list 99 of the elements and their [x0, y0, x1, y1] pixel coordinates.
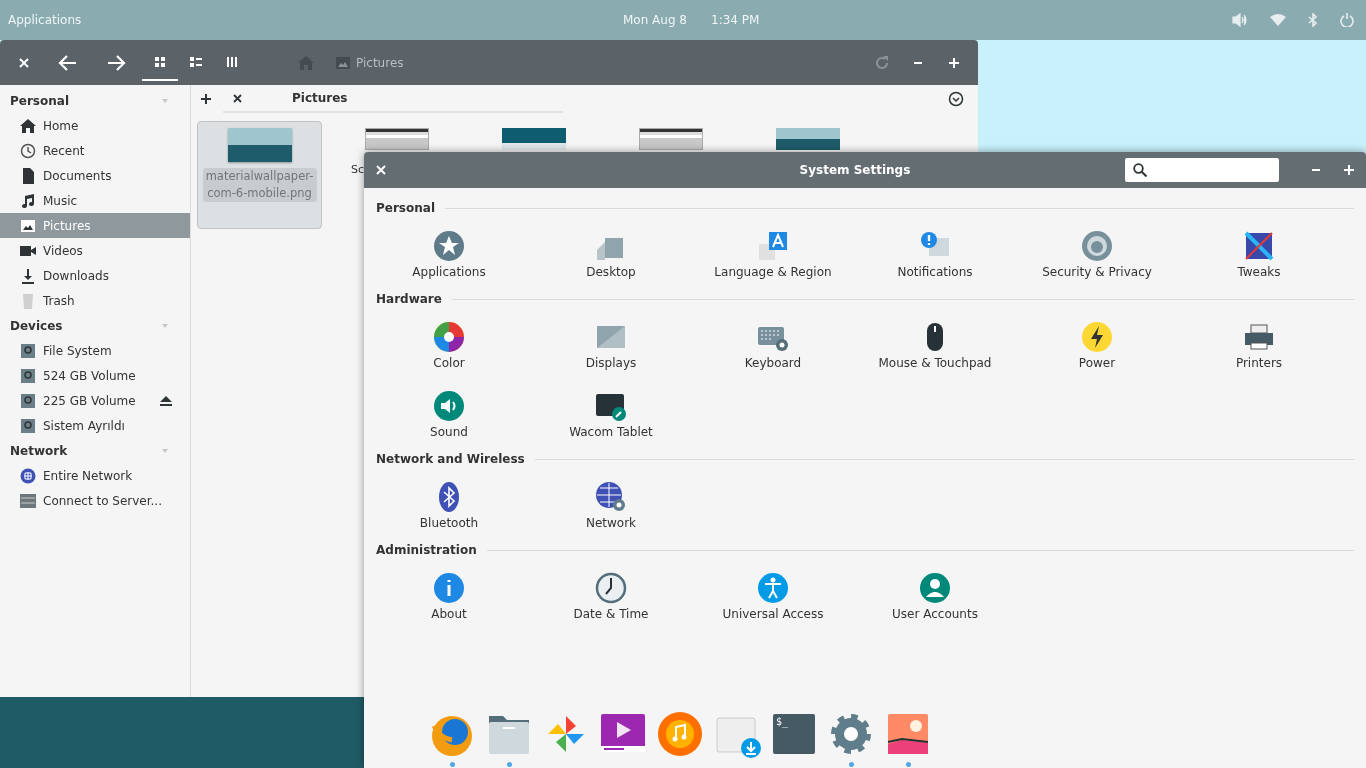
language-icon	[757, 230, 789, 262]
section-heading: Hardware	[376, 292, 442, 306]
file-name: materialwallpaper-com-6-mobile.png	[202, 168, 317, 202]
eject-icon[interactable]	[160, 395, 172, 406]
sidebar-heading: Personal	[10, 93, 69, 108]
settings-item[interactable]: Applications	[368, 220, 530, 289]
sidebar-item[interactable]: Music	[0, 188, 190, 213]
user-icon	[919, 572, 951, 604]
settings-item[interactable]: Date & Time	[530, 562, 692, 631]
color-wheel-icon	[433, 321, 465, 353]
sidebar-item[interactable]: Recent	[0, 138, 190, 163]
settings-item[interactable]: Language & Region	[692, 220, 854, 289]
drive-icon	[20, 392, 36, 409]
lock-circle-icon	[1081, 230, 1113, 262]
sidebar-item[interactable]: File System	[0, 338, 190, 363]
globe-icon	[20, 467, 36, 484]
date-text: Mon Aug 8	[623, 13, 687, 27]
download-icon	[20, 267, 36, 284]
picture-icon	[336, 56, 350, 69]
settings-item[interactable]: Power	[1016, 311, 1178, 380]
server-icon	[20, 492, 36, 509]
reload-icon	[874, 54, 890, 71]
section-heading: Personal	[376, 201, 435, 215]
music-note-icon	[20, 192, 36, 209]
settings-item[interactable]: User Accounts	[854, 562, 1016, 631]
sidebar-heading: Devices	[10, 318, 63, 333]
columns-icon	[226, 55, 238, 68]
settings-item[interactable]: Printers	[1178, 311, 1340, 380]
sidebar-item[interactable]: 225 GB Volume	[0, 388, 190, 413]
settings-item[interactable]: Tweaks	[1178, 220, 1340, 289]
settings-item[interactable]: Wacom Tablet	[530, 380, 692, 449]
settings-item[interactable]: Color	[368, 311, 530, 380]
sidebar-item[interactable]: Entire Network	[0, 463, 190, 488]
drive-icon	[20, 342, 36, 359]
sidebar-item[interactable]: 524 GB Volume	[0, 363, 190, 388]
settings-item[interactable]: Network	[530, 471, 692, 540]
drive-icon	[20, 367, 36, 384]
close-icon	[375, 165, 386, 175]
document-icon	[20, 167, 36, 184]
search-field[interactable]	[1124, 158, 1279, 182]
globe-icon	[595, 481, 627, 513]
tab[interactable]: Pictures	[223, 85, 563, 113]
accessibility-icon	[757, 572, 789, 604]
home-icon	[20, 117, 36, 134]
window-title: System Settings	[799, 163, 912, 177]
trash-icon	[20, 292, 36, 309]
section-heading: Network and Wireless	[376, 452, 525, 466]
file-name: Sc	[351, 163, 365, 176]
close-icon	[19, 57, 29, 68]
close-icon[interactable]	[233, 93, 242, 103]
speaker-icon	[433, 390, 465, 422]
plus-icon	[201, 94, 211, 104]
thumbnail[interactable]	[775, 128, 840, 150]
sidebar-item[interactable]: Connect to Server...	[0, 488, 190, 513]
time-text: 1:34 PM	[711, 13, 760, 27]
thumbnail[interactable]	[638, 128, 703, 150]
thumbnail	[227, 128, 292, 162]
picture-icon	[20, 217, 36, 234]
printer-icon	[1243, 321, 1275, 353]
history-icon[interactable]	[948, 91, 964, 107]
grid-icon	[154, 55, 166, 68]
tweaks-icon	[1243, 230, 1275, 262]
section-heading: Administration	[376, 543, 477, 557]
settings-item[interactable]: Sound	[368, 380, 530, 449]
clock-icon	[595, 572, 627, 604]
settings-item[interactable]: Desktop	[530, 220, 692, 289]
settings-item[interactable]: Mouse & Touchpad	[854, 311, 1016, 380]
settings-item[interactable]: Keyboard	[692, 311, 854, 380]
sidebar-item[interactable]: Documents	[0, 163, 190, 188]
settings-item[interactable]: Notifications	[854, 220, 1016, 289]
tab-title: Pictures	[292, 91, 348, 105]
settings-item[interactable]: About	[368, 562, 530, 631]
drive-icon	[20, 417, 36, 434]
list-icon	[190, 55, 202, 68]
search-icon	[1132, 163, 1147, 177]
minimize-icon	[913, 60, 923, 65]
settings-item[interactable]: Universal Access	[692, 562, 854, 631]
new-tab-button[interactable]	[199, 92, 213, 106]
minimize-icon	[1310, 168, 1321, 172]
forward-arrow-icon	[107, 53, 127, 72]
info-icon	[433, 572, 465, 604]
settings-item[interactable]: Bluetooth	[368, 471, 530, 540]
sidebar-item[interactable]: Home	[0, 113, 190, 138]
thumbnail[interactable]	[501, 128, 566, 150]
sidebar-item[interactable]: Videos	[0, 238, 190, 263]
power-bolt-icon	[1081, 321, 1113, 353]
back-arrow-icon	[57, 53, 77, 72]
settings-item[interactable]: Displays	[530, 311, 692, 380]
music-icon[interactable]	[656, 710, 704, 758]
settings-item[interactable]: Security & Privacy	[1016, 220, 1178, 289]
clock-icon	[20, 142, 36, 159]
sidebar-item[interactable]: Trash	[0, 288, 190, 313]
sidebar-item[interactable]: Downloads	[0, 263, 190, 288]
maximize-icon	[949, 57, 959, 68]
path-text: Pictures	[356, 55, 404, 70]
sidebar-item[interactable]: Sistem Ayrıldı	[0, 413, 190, 438]
sidebar-heading: Network	[10, 443, 68, 458]
maximize-icon	[1344, 165, 1355, 175]
thumbnail[interactable]	[364, 128, 429, 150]
